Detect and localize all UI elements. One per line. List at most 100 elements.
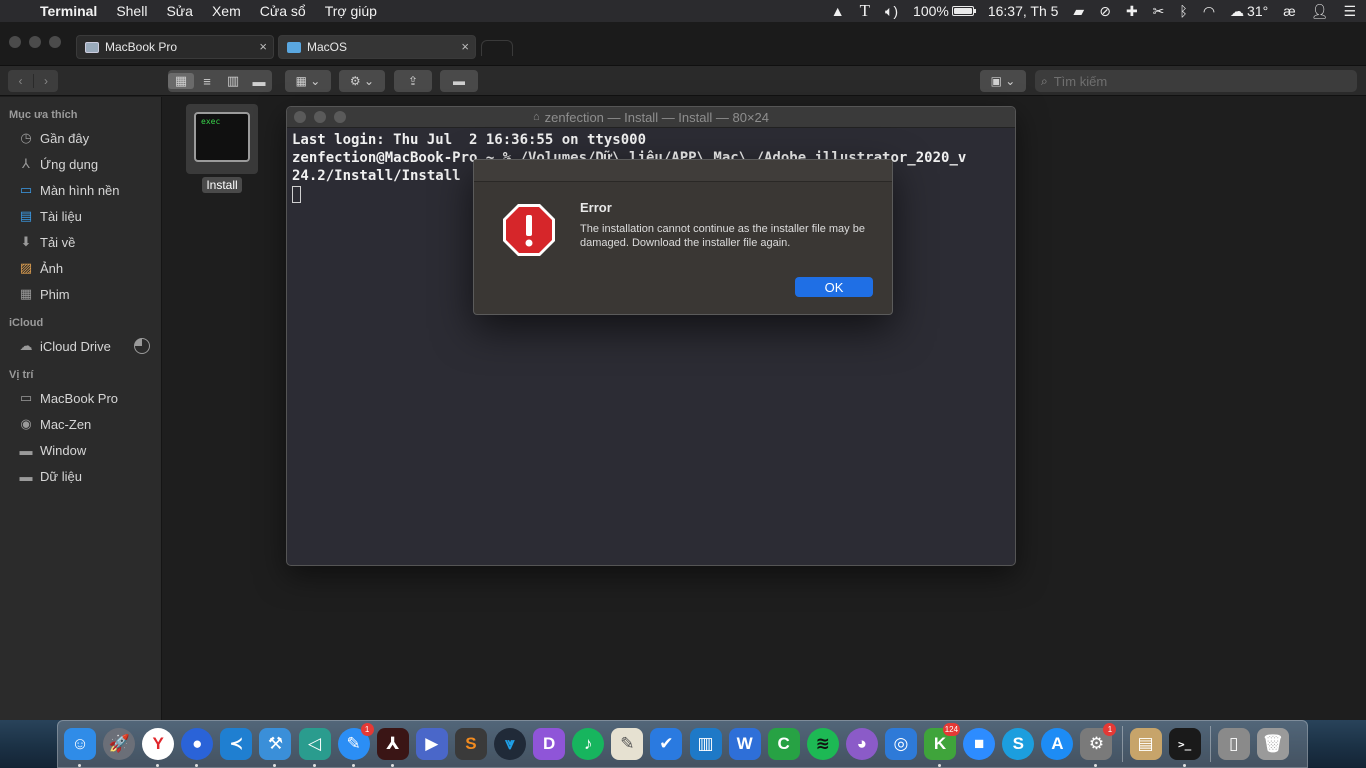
share-button[interactable]: ⇪ bbox=[394, 70, 432, 92]
dock-app-kaspersky[interactable]: K 124 bbox=[924, 723, 961, 767]
menu-help[interactable]: Trợ giúp bbox=[325, 3, 377, 19]
dropbox-button[interactable]: ▣ ⌄ bbox=[980, 70, 1026, 92]
sidebar-header-icloud: iCloud bbox=[9, 317, 44, 329]
dock-app-sublime-text[interactable]: S bbox=[454, 728, 487, 760]
tab-macbook-pro[interactable]: MacBook Pro × bbox=[76, 35, 274, 59]
menu-view[interactable]: Xem bbox=[212, 3, 241, 19]
clock[interactable]: 16:37, Th 5 bbox=[988, 3, 1059, 19]
sidebar-item-mac-zen[interactable]: ◉ Mac-Zen bbox=[0, 411, 161, 437]
acrobat-icon: ⅄ bbox=[386, 734, 400, 753]
sidebar-item-desktop[interactable]: ▭ Màn hình nền bbox=[0, 177, 161, 203]
sidebar-item-movies[interactable]: ▦ Phim bbox=[0, 281, 161, 307]
file-install[interactable]: exec Install bbox=[186, 104, 258, 194]
dock-app-zoom[interactable]: ■ bbox=[963, 728, 996, 760]
zoom-window-button[interactable] bbox=[334, 111, 346, 123]
wifi-icon[interactable]: ◠ bbox=[1203, 3, 1215, 20]
dock-app-archive-utility[interactable]: ▤ bbox=[1129, 728, 1162, 760]
battery-status[interactable]: 100% bbox=[913, 3, 976, 19]
dock-app-word[interactable]: W bbox=[728, 728, 761, 760]
dock-app-visual-studio[interactable]: ◁ bbox=[298, 728, 331, 767]
ok-button[interactable]: OK bbox=[795, 277, 873, 297]
dock-app-camtasia[interactable]: C bbox=[767, 728, 800, 760]
weather-widget[interactable]: ☁ 31° bbox=[1230, 3, 1268, 20]
dock-app-evernote[interactable]: ♪ bbox=[572, 728, 605, 760]
forward-icon[interactable]: › bbox=[33, 74, 58, 88]
search-field[interactable]: ⌕ bbox=[1035, 70, 1357, 92]
sidebar-item-window[interactable]: ▬ Window bbox=[0, 437, 161, 463]
minimize-window-button[interactable] bbox=[29, 36, 41, 48]
zoom-window-button[interactable] bbox=[49, 36, 61, 48]
evernote-icon: ♪ bbox=[583, 734, 593, 753]
input-method[interactable]: æ bbox=[1283, 3, 1295, 19]
dock-app-trello[interactable]: ▥ bbox=[689, 728, 722, 760]
dock-app-yandex-browser[interactable]: Y bbox=[142, 728, 175, 767]
close-window-button[interactable] bbox=[294, 111, 306, 123]
airplay-icon[interactable]: ▲ bbox=[831, 3, 845, 19]
dock-app-launchpad[interactable]: 🚀 bbox=[103, 728, 136, 760]
volume-icon[interactable]: 🔈︎) bbox=[885, 3, 898, 20]
minimize-window-button[interactable] bbox=[314, 111, 326, 123]
dock-app-firefox[interactable]: ● bbox=[181, 728, 214, 767]
sidebar-item-du-lieu[interactable]: ▬ Dữ liệu bbox=[0, 463, 161, 489]
tab-macos[interactable]: MacOS × bbox=[278, 35, 476, 59]
sidebar-item-icloud-drive[interactable]: ☁ iCloud Drive bbox=[0, 333, 161, 359]
menu-edit[interactable]: Sửa bbox=[166, 3, 193, 19]
control-list-icon[interactable]: ☰ bbox=[1343, 3, 1356, 20]
system-preferences-icon: ⚙ bbox=[1088, 734, 1105, 753]
dock-app-xcode[interactable]: ⚒ bbox=[259, 728, 292, 767]
close-tab-icon[interactable]: × bbox=[259, 39, 267, 54]
text-tool-icon[interactable]: T bbox=[860, 1, 870, 21]
dock-app-skype[interactable]: S bbox=[1002, 728, 1035, 760]
dock-app-terminal[interactable]: >_ bbox=[1168, 728, 1201, 767]
dock-app-github-desktop[interactable]: ◕ bbox=[845, 728, 878, 760]
dock-app-sketch-ring[interactable]: ◎ bbox=[884, 728, 917, 760]
dock-app-keynote[interactable]: ▶ bbox=[415, 728, 448, 760]
terminal-title-bar[interactable]: ⌂ zenfection — Install — Install — 80×24 bbox=[287, 107, 1015, 128]
sidebar-item-downloads[interactable]: ⬇ Tải về bbox=[0, 229, 161, 255]
sidebar-item-label: Gần đây bbox=[40, 130, 90, 146]
back-icon[interactable]: ‹ bbox=[8, 74, 33, 88]
message-icon[interactable]: ▰ bbox=[1073, 3, 1084, 20]
dock-app-textedit[interactable]: ✎ bbox=[611, 728, 644, 760]
dock-app-app-store[interactable]: A bbox=[1041, 728, 1074, 760]
scissors-icon[interactable]: ✂ bbox=[1153, 3, 1165, 20]
action-button[interactable]: ⚙ ⌄ bbox=[339, 70, 385, 92]
new-tab-button[interactable] bbox=[481, 40, 513, 56]
sidebar-item-recents[interactable]: ◷ Gần đây bbox=[0, 125, 161, 151]
bluetooth-icon[interactable]: ᛒ bbox=[1179, 3, 1187, 19]
menu-app-name[interactable]: Terminal bbox=[40, 3, 97, 19]
dock-app-trash[interactable]: 🗑 bbox=[1256, 728, 1289, 760]
sidebar-item-applications[interactable]: ⅄ Ứng dụng bbox=[0, 151, 161, 177]
sidebar-item-pictures[interactable]: ▨ Ảnh bbox=[0, 255, 161, 281]
column-view-icon[interactable]: ▥ bbox=[220, 73, 246, 89]
word-icon: W bbox=[736, 734, 753, 753]
dock-app-vscode[interactable]: ≺ bbox=[220, 728, 253, 760]
gallery-view-icon[interactable]: ▬ bbox=[246, 74, 272, 89]
clock-icon: ◷ bbox=[20, 130, 32, 145]
sidebar-item-documents[interactable]: ▤ Tài liệu bbox=[0, 203, 161, 229]
dock-app-system-preferences[interactable]: ⚙ 1 bbox=[1080, 723, 1117, 767]
plus-icon[interactable]: ✚ bbox=[1126, 3, 1138, 20]
dock-app-spotify[interactable]: ≋ bbox=[806, 728, 839, 760]
user-icon[interactable]: 👤︎ bbox=[1311, 3, 1329, 20]
movies-icon: ▦ bbox=[19, 286, 33, 301]
laptop-icon bbox=[85, 41, 99, 53]
dock-app-acrobat[interactable]: ⅄ bbox=[376, 728, 409, 767]
dock-app-messenger[interactable]: ✎ 1 bbox=[337, 723, 374, 767]
search-input[interactable] bbox=[1053, 73, 1334, 89]
close-window-button[interactable] bbox=[9, 36, 21, 48]
dock-app-dashcoin[interactable]: D bbox=[533, 728, 566, 760]
dock-app-finder[interactable]: ☺ bbox=[64, 728, 96, 767]
menu-window[interactable]: Cửa sổ bbox=[260, 3, 306, 19]
dock-app-sourcetree[interactable]: ⩔ bbox=[494, 728, 527, 760]
group-by-button[interactable]: ▦ ⌄ bbox=[285, 70, 331, 92]
menu-shell[interactable]: Shell bbox=[116, 3, 147, 19]
sidebar-item-macbook-pro[interactable]: ▭ MacBook Pro bbox=[0, 385, 161, 411]
list-view-icon[interactable]: ≡ bbox=[194, 74, 220, 89]
no-disturb-icon[interactable]: ⊘ bbox=[1099, 3, 1111, 20]
tags-button[interactable]: ▬ bbox=[440, 70, 478, 92]
dock-app-documents-stack[interactable]: ▯ bbox=[1217, 728, 1250, 760]
close-tab-icon[interactable]: × bbox=[461, 39, 469, 54]
dock-app-todo[interactable]: ✔ bbox=[650, 728, 683, 760]
icon-view-icon[interactable]: ▦ bbox=[168, 73, 194, 89]
